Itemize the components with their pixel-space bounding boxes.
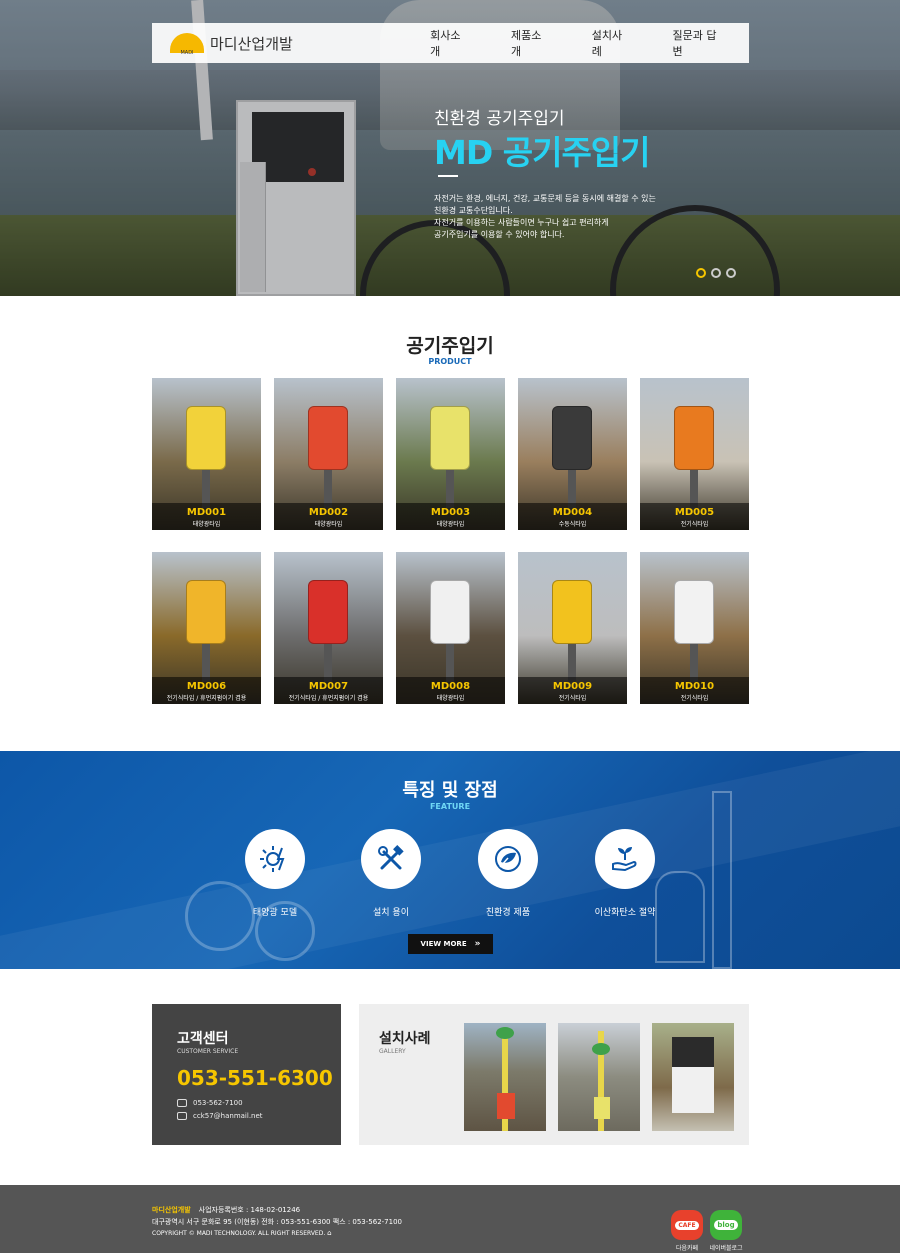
double-chevron-right-icon: » bbox=[474, 939, 481, 949]
product-code: MD001 bbox=[186, 507, 227, 518]
cafe-icon: CAFE bbox=[671, 1210, 703, 1240]
gallery-image-3[interactable] bbox=[652, 1023, 734, 1131]
feature-item-solar: 태양광 모델 bbox=[215, 829, 335, 918]
slider-dot-3[interactable] bbox=[726, 268, 736, 278]
blog-icon: blog bbox=[710, 1210, 742, 1240]
nav-item-cases[interactable]: 설치사례 bbox=[592, 27, 627, 59]
email-link[interactable]: cck57@hanmail.net bbox=[193, 1112, 263, 1120]
product-card[interactable]: MD009 전기식타입 bbox=[518, 552, 627, 704]
logo-text: 마디산업개발 bbox=[210, 34, 293, 53]
gallery-image-2[interactable] bbox=[558, 1023, 640, 1131]
footer: 마디산업개발 사업자등록번호 : 148-02-01246 대구광역시 서구 문화… bbox=[0, 1185, 900, 1253]
nav-item-products[interactable]: 제품소개 bbox=[511, 27, 546, 59]
product-card[interactable]: MD010 전기식타입 bbox=[640, 552, 749, 704]
nav-item-company[interactable]: 회사소개 bbox=[430, 27, 465, 59]
logo[interactable]: MADI 마디산업개발 bbox=[170, 33, 384, 56]
product-type: 태양광타입 bbox=[436, 521, 465, 528]
product-type: 전기식타입 bbox=[680, 521, 709, 528]
sns-naver-blog[interactable]: blog 네이버블로그 bbox=[706, 1210, 746, 1252]
feature-item-install: 설치 용이 bbox=[331, 829, 451, 918]
product-type: 전기식타입 / 휴먼지펌이기 겸용 bbox=[166, 695, 247, 702]
customer-center-title: 고객센터 bbox=[177, 1031, 229, 1047]
product-type: 태양광타입 bbox=[436, 695, 465, 702]
fax-line: 053-562-7100 bbox=[177, 1099, 243, 1107]
product-code: MD009 bbox=[552, 681, 593, 692]
top-navigation: MADI 마디산업개발 회사소개 제품소개 설치사례 질문과 답변 bbox=[152, 23, 749, 63]
products-title: 공기주입기 bbox=[406, 335, 494, 357]
product-card[interactable]: MD004 수동식타입 bbox=[518, 378, 627, 530]
product-card[interactable]: MD007 전기식타입 / 휴먼지펌이기 겸용 bbox=[274, 552, 383, 704]
gallery-title: 설치사례 bbox=[379, 1031, 431, 1047]
product-code: MD008 bbox=[430, 681, 471, 692]
product-card[interactable]: MD002 태양광타입 bbox=[274, 378, 383, 530]
product-type: 수동식타입 bbox=[558, 521, 587, 528]
product-card[interactable]: MD006 전기식타입 / 휴먼지펌이기 겸용 bbox=[152, 552, 261, 704]
gallery-box: 설치사례 GALLERY bbox=[359, 1004, 749, 1145]
logo-sun-icon: MADI bbox=[170, 33, 204, 56]
plant-hand-icon bbox=[595, 829, 655, 889]
mail-icon bbox=[177, 1112, 187, 1120]
fax-icon bbox=[177, 1099, 187, 1107]
email-line: cck57@hanmail.net bbox=[177, 1112, 263, 1120]
customer-center-subtitle: CUSTOMER SERVICE bbox=[177, 1048, 239, 1055]
footer-company: 마디산업개발 bbox=[152, 1206, 191, 1214]
product-card[interactable]: MD001 태양광타입 bbox=[152, 378, 261, 530]
customer-center-box: 고객센터 CUSTOMER SERVICE 053-551-6300 053-5… bbox=[152, 1004, 341, 1145]
customer-phone[interactable]: 053-551-6300 bbox=[177, 1066, 333, 1090]
product-type: 전기식타입 bbox=[558, 695, 587, 702]
eco-globe-icon bbox=[478, 829, 538, 889]
product-code: MD005 bbox=[674, 507, 715, 518]
feature-item-co2: 이산화탄소 절약 bbox=[565, 829, 685, 918]
nav-item-qna[interactable]: 질문과 답변 bbox=[673, 27, 719, 59]
product-card[interactable]: MD003 태양광타입 bbox=[396, 378, 505, 530]
product-code: MD007 bbox=[308, 681, 349, 692]
product-code: MD004 bbox=[552, 507, 593, 518]
product-code: MD006 bbox=[186, 681, 227, 692]
slider-dot-2[interactable] bbox=[711, 268, 721, 278]
product-code: MD010 bbox=[674, 681, 715, 692]
hero-divider bbox=[438, 175, 458, 177]
main-menu: 회사소개 제품소개 설치사례 질문과 답변 bbox=[384, 27, 719, 59]
slider-dot-1[interactable] bbox=[696, 268, 706, 278]
product-type: 전기식타입 bbox=[680, 695, 709, 702]
gallery-image-1[interactable] bbox=[464, 1023, 546, 1131]
product-type: 전기식타입 / 휴먼지펌이기 겸용 bbox=[288, 695, 369, 702]
view-more-button[interactable]: VIEW MORE » bbox=[408, 934, 493, 954]
hero-description: 자전거는 환경, 에너지, 건강, 교통문제 등을 동시에 해결할 수 있는 친… bbox=[434, 194, 656, 239]
solar-icon bbox=[245, 829, 305, 889]
footer-address: 대구광역시 서구 문화로 95 (이현동) 전화 : 053-551-6300 … bbox=[152, 1218, 402, 1226]
products-subtitle: PRODUCT bbox=[428, 357, 472, 366]
feature-title: 특징 및 장점 bbox=[402, 780, 498, 801]
feature-item-eco: 친환경 제품 bbox=[448, 829, 568, 918]
feature-subtitle: FEATURE bbox=[429, 802, 471, 811]
product-card[interactable]: MD008 태양광타입 bbox=[396, 552, 505, 704]
lock-icon: ⌂ bbox=[327, 1229, 332, 1237]
product-type: 태양광타입 bbox=[192, 521, 221, 528]
product-card[interactable]: MD005 전기식타입 bbox=[640, 378, 749, 530]
sns-daum-cafe[interactable]: CAFE 다음카페 bbox=[667, 1210, 707, 1252]
tools-icon bbox=[361, 829, 421, 889]
product-code: MD003 bbox=[430, 507, 471, 518]
footer-biz-no: 사업자등록번호 : 148-02-01246 bbox=[198, 1206, 301, 1214]
hero-title: MD 공기주입기 bbox=[434, 133, 651, 172]
gallery-subtitle: GALLERY bbox=[379, 1048, 406, 1055]
footer-copyright: COPYRIGHT © MADI TECHNOLOGY. ALL RIGHT R… bbox=[152, 1229, 332, 1237]
product-type: 태양광타입 bbox=[314, 521, 343, 528]
slider-dots bbox=[696, 268, 741, 278]
product-code: MD002 bbox=[308, 507, 349, 518]
